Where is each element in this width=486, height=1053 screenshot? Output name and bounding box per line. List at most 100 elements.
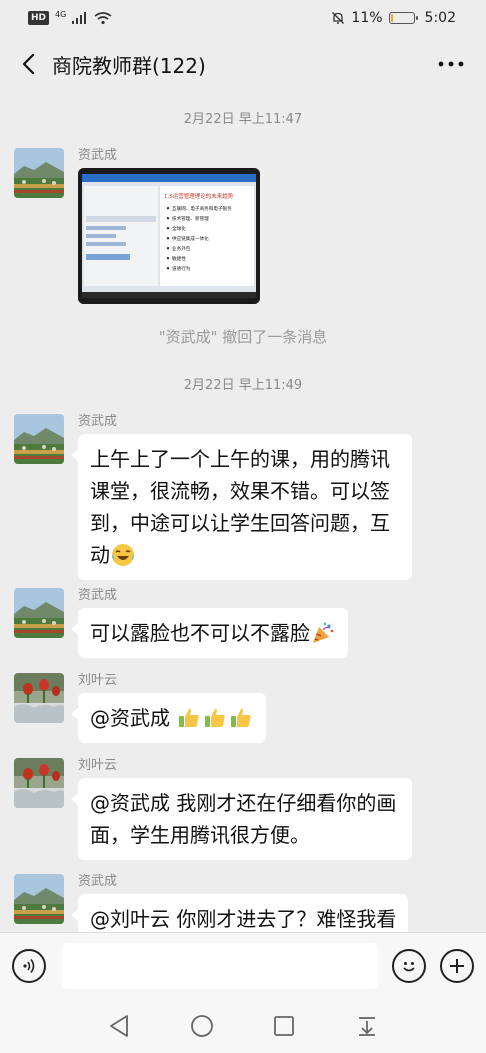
message-bubble[interactable]: @资武成: [70, 693, 267, 743]
message-body: 资武成 可以露脸也不可以不露脸: [71, 588, 348, 658]
nav-home-button[interactable]: [189, 1013, 215, 1039]
avatar[interactable]: [14, 758, 64, 808]
nav-notification-button[interactable]: [354, 1013, 380, 1039]
network-label: 4G: [55, 10, 67, 19]
emoji-button[interactable]: [392, 948, 426, 983]
hd-badge: HD: [28, 11, 50, 25]
message-input[interactable]: [62, 942, 378, 989]
landscape-avatar-image: [14, 148, 64, 198]
laugh-cry-emoji: [112, 544, 134, 566]
more-dots-icon: [438, 61, 464, 67]
status-left: HD 4G: [28, 11, 112, 25]
avatar[interactable]: [14, 414, 64, 464]
nav-recents-icon: [274, 1015, 295, 1036]
flower-avatar-image: [14, 758, 64, 808]
message-body: 刘叶云 @资武成 我刚才还在仔细看你的画面，学生用腾讯很方便。: [71, 758, 412, 860]
mute-bell-icon: [332, 12, 345, 24]
add-button[interactable]: [440, 948, 474, 983]
input-bar: [0, 932, 486, 998]
status-right: 11% 5:02: [331, 10, 456, 26]
slide-bullet-dot: [166, 227, 170, 230]
message-text: 可以露脸也不可以不露脸: [90, 621, 310, 645]
thumbs-up-emoji: [205, 708, 225, 727]
slide-bullet-text: 道德行为: [172, 265, 191, 272]
chat-header: 商院教师群(122): [0, 36, 486, 92]
back-arrow-icon: [22, 53, 35, 75]
landscape-avatar-image: [14, 414, 64, 464]
party-popper-emoji: [313, 622, 334, 643]
clock: 5:02: [424, 10, 456, 26]
sender-name: 刘叶云: [78, 673, 118, 688]
message-bubble[interactable]: 可以露脸也不可以不露脸: [71, 608, 348, 658]
message-item: 资武成 @刘叶云 你刚才进去了？难怪我看: [14, 874, 409, 932]
message-body: 刘叶云 @资武成: [70, 673, 267, 743]
message-text: 上午上了一个上午的课，用的腾讯课堂，很流畅，效果不错。可以签到，中途可以让学生回…: [90, 447, 390, 567]
message-list[interactable]: 2月22日 早上11:47 资武成 1.5运营管理理论的未来趋势 互联网、电子商…: [0, 92, 486, 932]
emoji-icon: [403, 961, 415, 971]
flower-avatar-image: [14, 673, 64, 723]
slide-bullet-text: 全球化: [172, 225, 186, 232]
system-nav-bar: [0, 998, 486, 1053]
sender-name: 资武成: [78, 414, 118, 429]
slide-bullet-text: 业务外包: [172, 245, 191, 252]
battery-level: [390, 14, 393, 22]
slide-bullet-text: 供应链集成一体化: [172, 235, 209, 242]
avatar[interactable]: [14, 148, 64, 198]
back-button[interactable]: [16, 52, 40, 76]
nav-recents-button[interactable]: [271, 1013, 297, 1039]
slide-bullet-dot: [166, 257, 170, 260]
chat-title: 商院教师群(122): [52, 53, 206, 78]
sender-name: 资武成: [78, 874, 118, 889]
avatar[interactable]: [14, 588, 64, 638]
slide-title: 1.5运营管理理论的未来趋势: [164, 192, 234, 200]
voice-icon: [23, 958, 35, 973]
battery-icon: [388, 12, 418, 24]
message-item: 资武成 可以露脸也不可以不露脸: [14, 588, 348, 658]
landscape-avatar-image: [14, 874, 64, 924]
message-item: 资武成 1.5运营管理理论的未来趋势 互联网、电子商务和电子银务 技术管理、新管理…: [14, 148, 260, 304]
message-bubble[interactable]: @资武成 我刚才还在仔细看你的画面，学生用腾讯很方便。: [71, 778, 412, 860]
message-body: 资武成 1.5运营管理理论的未来趋势 互联网、电子商务和电子银务 技术管理、新管理…: [78, 148, 260, 304]
message-item: 刘叶云 @资武成: [14, 673, 267, 743]
slide-bullet-dot: [166, 217, 170, 220]
shared-screenshot-image: 1.5运营管理理论的未来趋势 互联网、电子商务和电子银务技术管理、新管理全球化供…: [78, 168, 260, 304]
slide-bullet-dot: [166, 207, 170, 210]
slide-bullet-dot: [166, 267, 170, 270]
image-message[interactable]: 1.5运营管理理论的未来趋势 互联网、电子商务和电子银务 技术管理、新管理 全球化供…: [78, 168, 260, 304]
timestamp: 2月22日 早上11:47: [183, 112, 303, 127]
status-bar: HD 4G 11% 5:02: [0, 0, 486, 36]
battery-percent: 11%: [351, 10, 383, 26]
message-body: 资武成 上午上了一个上午的课，用的腾讯课堂，很流畅，效果不错。可以签到，中途可以…: [71, 414, 412, 580]
message-bubble[interactable]: 上午上了一个上午的课，用的腾讯课堂，很流畅，效果不错。可以签到，中途可以让学生回…: [71, 434, 412, 580]
slide-bullet-text: 技术管理、新管理: [172, 215, 209, 222]
thumbs-up-emoji-group: [176, 706, 254, 730]
nav-back-icon: [110, 1014, 129, 1037]
sender-name: 资武成: [78, 588, 118, 603]
more-button[interactable]: [436, 52, 466, 76]
wifi-icon: [94, 11, 112, 24]
message-bubble[interactable]: @刘叶云 你刚才进去了？难怪我看: [70, 894, 409, 932]
add-icon: [450, 958, 464, 973]
landscape-avatar-image: [14, 588, 64, 638]
slide-bullet-text: 互联网、电子商务和电子银务: [172, 205, 232, 212]
avatar[interactable]: [14, 673, 64, 723]
voice-button[interactable]: [12, 948, 46, 983]
timestamp: 2月22日 早上11:49: [183, 378, 303, 393]
message-item: 资武成 上午上了一个上午的课，用的腾讯课堂，很流畅，效果不错。可以签到，中途可以…: [14, 414, 412, 580]
nav-home-icon: [190, 1014, 213, 1037]
message-body: 资武成 @刘叶云 你刚才进去了？难怪我看: [70, 874, 409, 932]
signal-icon: [72, 12, 87, 24]
message-text: @资武成 我刚才还在仔细看你的画面，学生用腾讯很方便。: [90, 791, 397, 847]
message-text: @资武成: [90, 706, 177, 730]
nav-notification-icon: [358, 1016, 375, 1036]
avatar[interactable]: [14, 874, 64, 924]
nav-back-button[interactable]: [106, 1013, 132, 1039]
thumbs-up-emoji: [231, 708, 251, 727]
recall-notice: "资武成" 撤回了一条消息: [158, 328, 328, 346]
sender-name: 刘叶云: [78, 758, 118, 773]
message-text: @刘叶云 你刚才进去了？难怪我看: [90, 907, 397, 931]
slide-bullet-dot: [166, 247, 170, 250]
sender-name: 资武成: [78, 148, 118, 163]
thumbs-up-emoji: [179, 708, 199, 727]
message-item: 刘叶云 @资武成 我刚才还在仔细看你的画面，学生用腾讯很方便。: [14, 758, 412, 860]
